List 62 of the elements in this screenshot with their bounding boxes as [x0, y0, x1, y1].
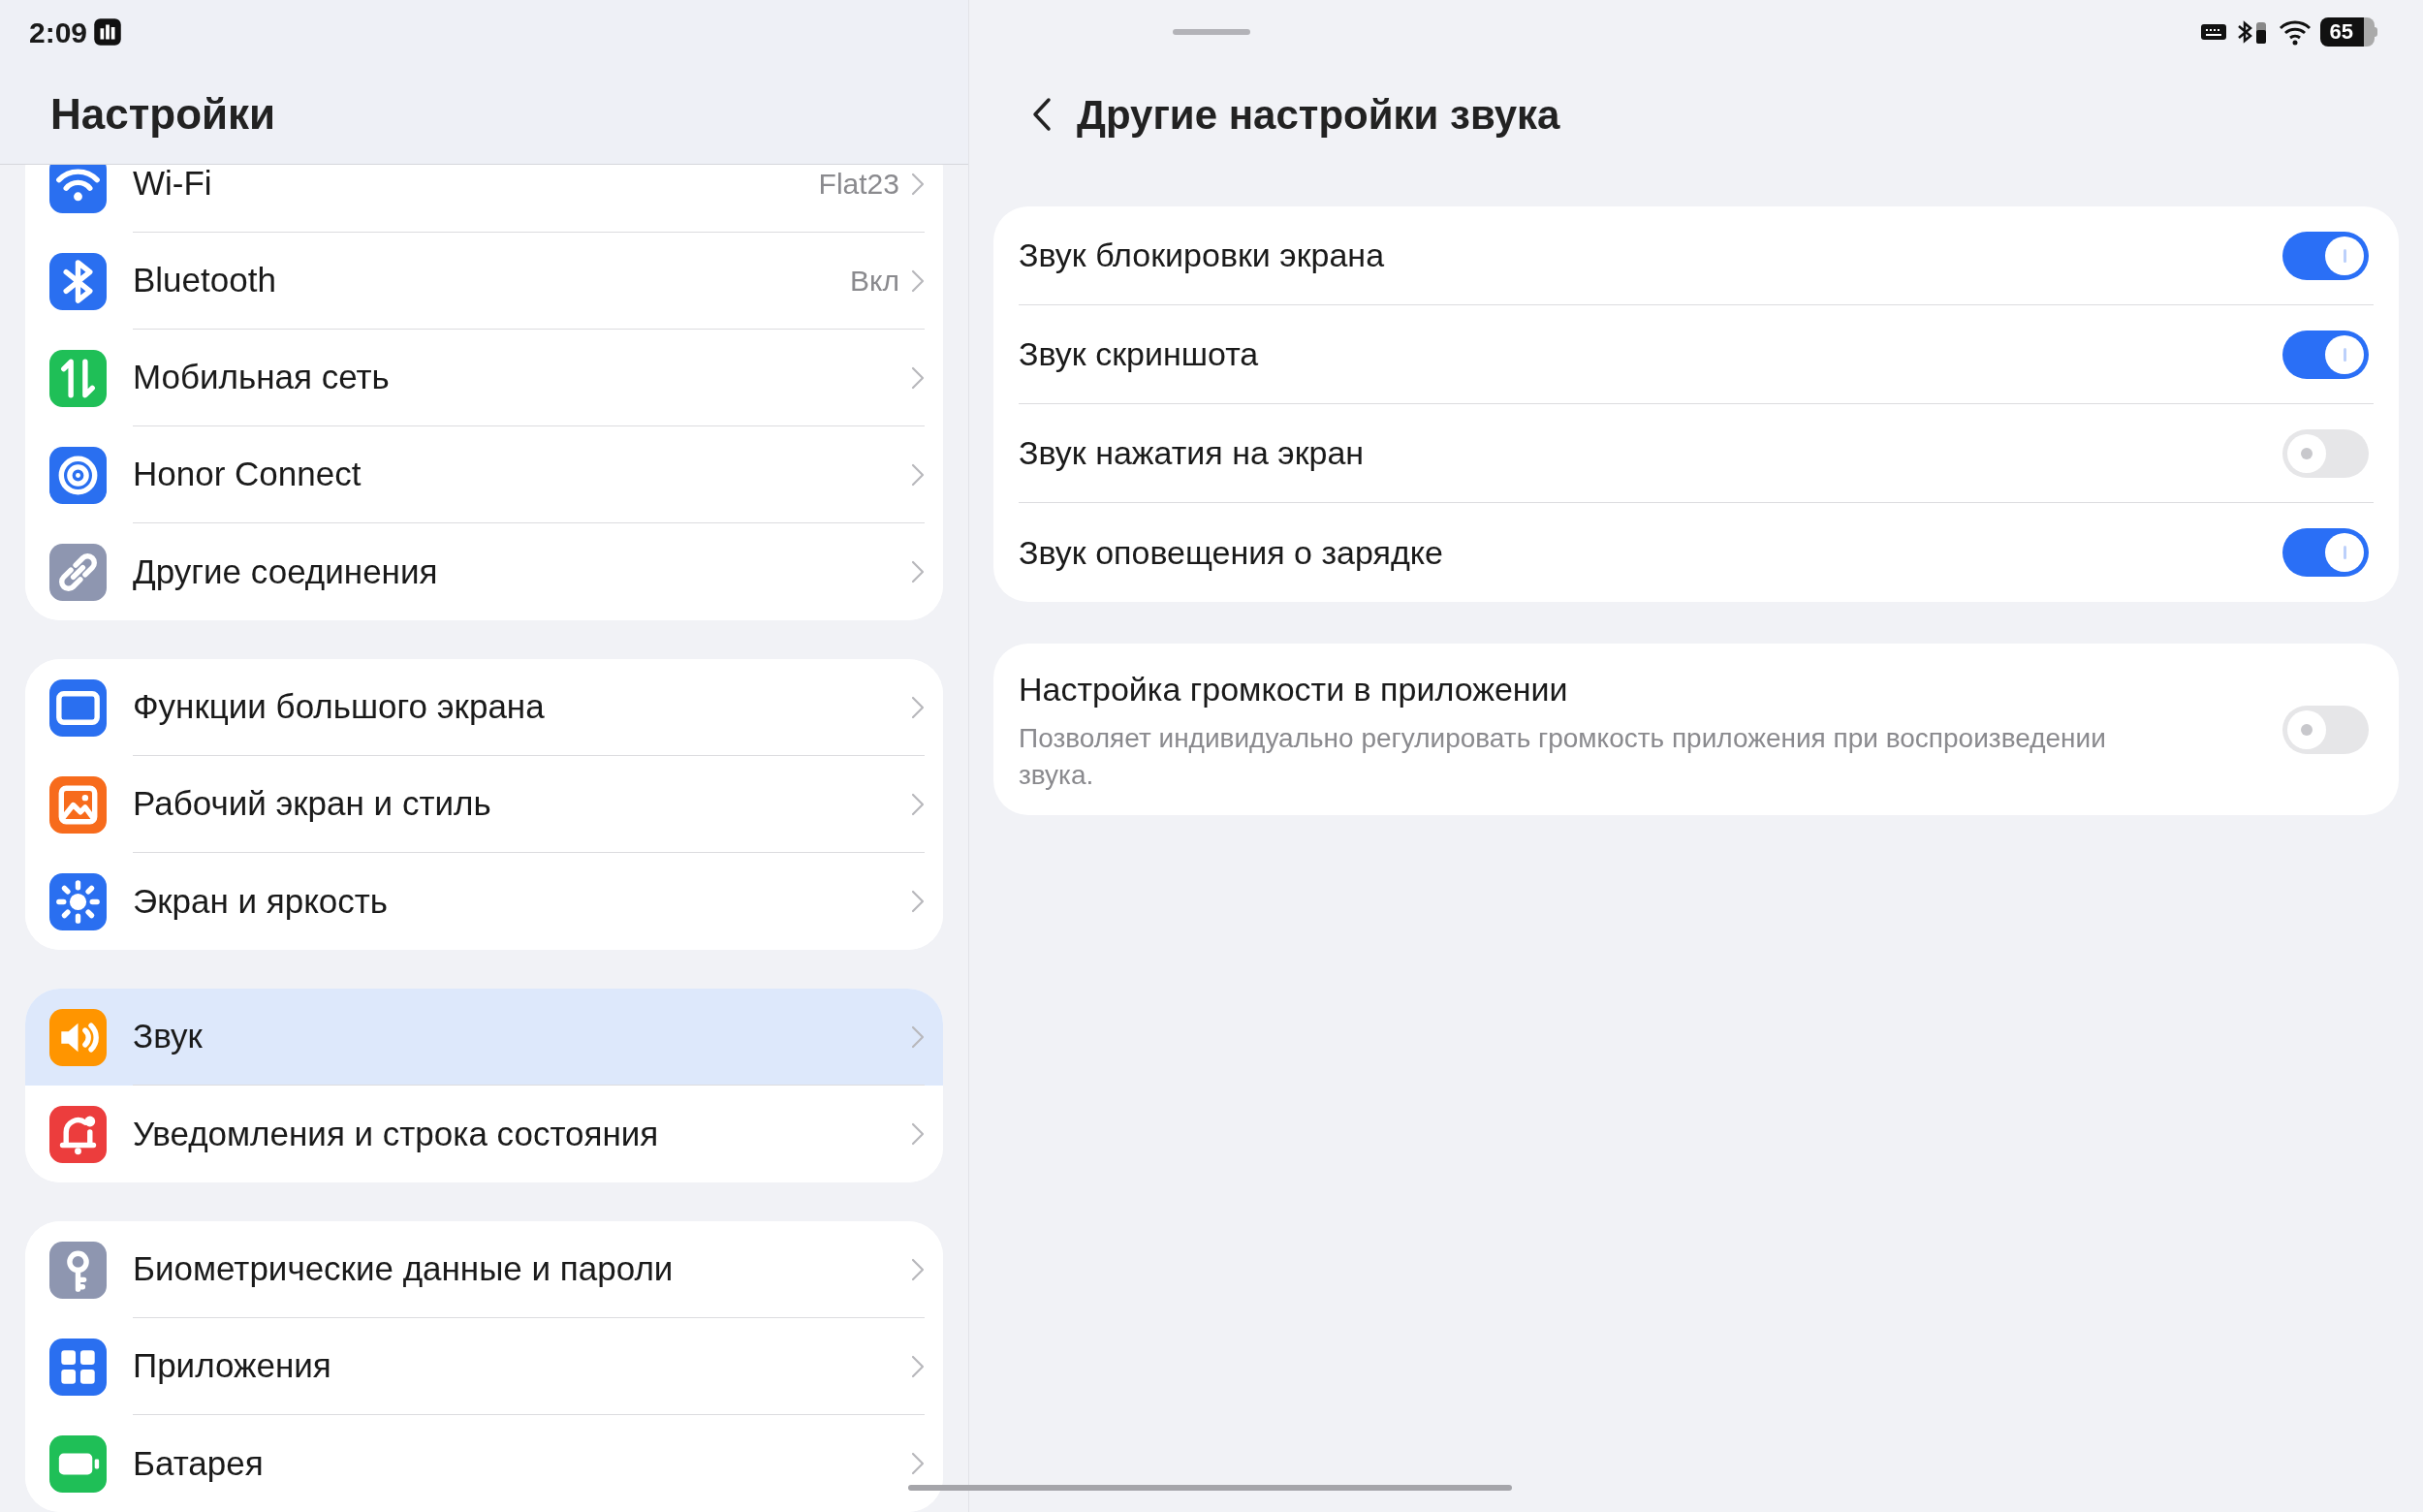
- chevron-icon: [911, 1452, 925, 1475]
- toggle-switch[interactable]: [2282, 231, 2369, 280]
- app-notification-icon: [93, 17, 123, 47]
- keyboard-icon: [2199, 22, 2227, 42]
- chevron-icon: [911, 890, 925, 913]
- chevron-icon: [911, 1122, 925, 1146]
- toggle-switch[interactable]: [2282, 705, 2369, 754]
- item-value: Flat23: [818, 167, 899, 202]
- item-label: Honor Connect: [133, 454, 362, 495]
- chevron-icon: [911, 1024, 925, 1049]
- setting-label: Настройка громкости в приложении: [1019, 670, 1569, 709]
- item-label: Мобильная сеть: [133, 357, 391, 398]
- setting-label: Звук скриншота: [1019, 334, 1260, 374]
- key-icon: [49, 1241, 107, 1299]
- item-label: Уведомления и строка состояния: [133, 1113, 660, 1154]
- item-label: Приложения: [133, 1345, 332, 1387]
- item-label: Звук: [133, 1016, 204, 1057]
- item-label: Биометрические данные и пароли: [133, 1248, 675, 1290]
- chevron-icon: [911, 462, 925, 487]
- speaker-icon: [49, 1008, 107, 1066]
- screen-icon: [49, 678, 107, 737]
- item-label: Батарея: [133, 1442, 265, 1484]
- item-label: Wi-Fi: [133, 165, 213, 205]
- chevron-icon: [911, 365, 925, 390]
- setting-label: Звук нажатия на экран: [1019, 433, 1366, 473]
- toggle-switch[interactable]: [2282, 528, 2369, 577]
- bell-icon: [49, 1105, 107, 1163]
- chevron-icon: [911, 1257, 925, 1281]
- bluetooth-icon: [49, 252, 107, 310]
- battery-icon: [49, 1434, 107, 1493]
- drag-handle[interactable]: [1173, 29, 1250, 35]
- sun-icon: [49, 872, 107, 930]
- grid-icon: [49, 1338, 107, 1396]
- item-label: Функции большого экрана: [133, 686, 546, 728]
- target-icon: [49, 446, 107, 504]
- item-label: Рабочий экран и стиль: [133, 783, 492, 825]
- setting-description: Позволяет индивидуально регулировать громкость приложения при воспроизведении звука.: [1019, 722, 2107, 792]
- image-icon: [49, 775, 107, 834]
- battery-indicator: 65: [2319, 17, 2377, 47]
- setting-label: Звук блокировки экрана: [1019, 236, 1386, 275]
- page-title: Другие настройки звука: [1077, 90, 1560, 140]
- chevron-icon: [911, 1354, 925, 1378]
- chevron-icon: [911, 695, 925, 719]
- arrows-icon: [49, 349, 107, 407]
- settings-item[interactable]: Звук: [25, 989, 943, 1086]
- status-time: 2:09: [29, 15, 88, 50]
- back-icon[interactable]: [1032, 97, 1052, 132]
- item-label: Другие соединения: [133, 551, 439, 592]
- toggle-switch[interactable]: [2282, 428, 2369, 478]
- wifi-icon: [49, 165, 107, 213]
- item-label: Экран и яркость: [133, 880, 390, 922]
- item-label: Bluetooth: [133, 260, 277, 301]
- item-value: Вкл: [850, 264, 899, 299]
- link-icon: [49, 543, 107, 601]
- wifi-icon: [2277, 18, 2313, 46]
- toggle-switch[interactable]: [2282, 330, 2369, 379]
- chevron-icon: [911, 792, 925, 816]
- settings-title: Настройки: [50, 88, 276, 140]
- chevron-icon: [911, 268, 925, 293]
- chevron-icon: [911, 560, 925, 583]
- setting-label: Звук оповещения о зарядке: [1019, 532, 1444, 573]
- chevron-icon: [911, 172, 925, 196]
